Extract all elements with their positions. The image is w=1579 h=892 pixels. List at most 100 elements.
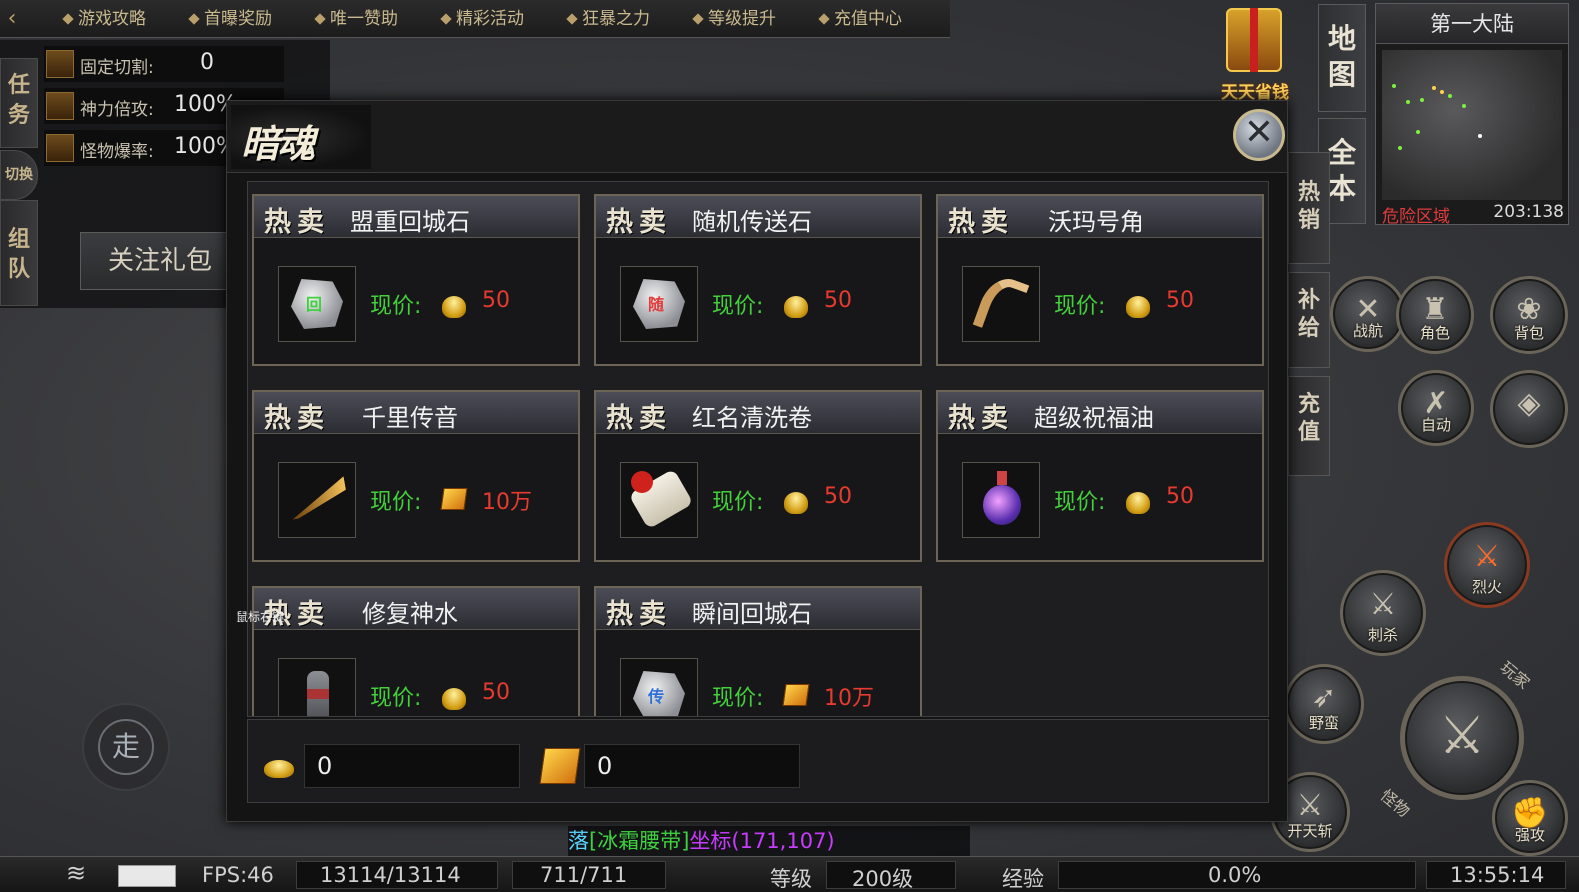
chat-coord[interactable]: 坐标(171,107) bbox=[689, 829, 834, 853]
side-button-hot[interactable]: 热销 bbox=[1288, 152, 1330, 264]
fps-counter: FPS:46 bbox=[202, 863, 274, 887]
diamond-icon bbox=[314, 13, 326, 25]
minimap-view[interactable] bbox=[1382, 50, 1562, 200]
gold-ticket-icon bbox=[539, 748, 581, 784]
shop-item-card[interactable]: 热卖 修复神水 现价: 50 bbox=[252, 586, 580, 716]
nav-item-guide[interactable]: 游戏攻略 bbox=[62, 0, 146, 38]
target-monster-label[interactable]: 怪物 bbox=[1376, 783, 1416, 822]
map-dot bbox=[1432, 86, 1436, 90]
level-value: 200级 bbox=[852, 867, 914, 891]
level-label: 等级 bbox=[770, 867, 812, 891]
side-button-recharge[interactable]: 充值 bbox=[1288, 376, 1330, 476]
map-region: 第一大陆 bbox=[1376, 4, 1568, 44]
walk-label: 走 bbox=[98, 719, 154, 775]
item-name: 随机传送石 bbox=[692, 208, 812, 236]
diamond-icon bbox=[692, 13, 704, 25]
gift-ribbon bbox=[1250, 8, 1258, 72]
hot-sale-tag: 热卖 bbox=[948, 403, 1014, 434]
skill-qianggong[interactable]: ✊ 强攻 bbox=[1492, 780, 1568, 856]
buff-row-cut: 固定切割: 0 bbox=[44, 46, 284, 82]
shop-item-card[interactable]: 热卖 超级祝福油 现价: 50 bbox=[936, 390, 1264, 562]
price-amount: 50 bbox=[824, 288, 852, 313]
tab-task[interactable]: 任务 bbox=[0, 58, 38, 148]
shop-item-card[interactable]: 热卖 瞬间回城石 传 现价: 10万 bbox=[594, 586, 922, 716]
hot-sale-tag: 热卖 bbox=[948, 207, 1014, 238]
map-button[interactable]: 地图 bbox=[1318, 4, 1366, 112]
nav-item-first-reward[interactable]: 首曝奖励 bbox=[188, 0, 272, 38]
shop-logo: 暗魂 bbox=[231, 105, 371, 169]
great-sword-icon: ⚔ bbox=[1438, 706, 1486, 767]
follow-gift-button[interactable]: 关注礼包 bbox=[80, 232, 240, 290]
icon-glyph: 随 bbox=[648, 295, 665, 314]
target-player-label[interactable]: 玩家 bbox=[1496, 655, 1536, 694]
gold-ingot-icon bbox=[1126, 296, 1150, 318]
horn-icon bbox=[962, 266, 1040, 342]
back-arrow-icon[interactable]: ‹ bbox=[0, 6, 24, 32]
shop-title: 暗魂 bbox=[241, 121, 315, 166]
map-dot bbox=[1398, 146, 1402, 150]
item-name: 千里传音 bbox=[362, 404, 458, 432]
nav-item-rage[interactable]: 狂暴之力 bbox=[566, 0, 650, 38]
fire-sword-icon: ⚔ bbox=[1473, 539, 1501, 575]
walk-toggle[interactable]: 走 bbox=[82, 703, 170, 791]
tab-team[interactable]: 组队 bbox=[0, 200, 38, 306]
gold-balance-value: 0 bbox=[317, 752, 333, 780]
shop-item-card[interactable]: 热卖 盟重回城石 回 现价: 50 bbox=[252, 194, 580, 366]
sword-icon: ⚔ bbox=[1369, 587, 1397, 623]
price-label: 现价: bbox=[712, 490, 764, 515]
stone-icon: 回 bbox=[278, 266, 356, 342]
skill-battle-button[interactable]: ✕ 战航 bbox=[1330, 276, 1406, 352]
sword-icon bbox=[46, 50, 74, 78]
price-amount: 50 bbox=[1166, 288, 1194, 313]
chat-item-link[interactable]: [冰霜腰带] bbox=[589, 829, 689, 853]
daily-savings-gift[interactable]: 天天省钱 bbox=[1212, 2, 1298, 103]
player-dot bbox=[1478, 134, 1482, 138]
bag-button[interactable]: ❀ 背包 bbox=[1490, 276, 1568, 354]
gold-ingot-icon bbox=[1126, 492, 1150, 514]
diamond-target-icon: ◈ bbox=[1517, 385, 1541, 421]
skill-yeman[interactable]: ➶ 野蛮 bbox=[1284, 664, 1364, 744]
gold-ticket-icon bbox=[782, 684, 810, 706]
map-dot bbox=[1406, 100, 1410, 104]
wifi-icon: ≋ bbox=[66, 859, 87, 887]
stone-icon: 随 bbox=[620, 266, 698, 342]
map-dot bbox=[1420, 98, 1424, 102]
diamond-icon bbox=[818, 13, 830, 25]
nav-item-recharge[interactable]: 充值中心 bbox=[818, 0, 902, 38]
price-label: 现价: bbox=[1054, 490, 1106, 515]
target-button[interactable]: ◈ bbox=[1490, 370, 1568, 448]
nav-item-sponsor[interactable]: 唯一赞助 bbox=[314, 0, 398, 38]
item-grid: 热卖 盟重回城石 回 现价: 50 热卖 随机传送石 随 现价: 50 热卖 沃… bbox=[247, 181, 1269, 717]
item-name: 超级祝福油 bbox=[1034, 404, 1154, 432]
map-dot bbox=[1448, 94, 1452, 98]
side-button-supply[interactable]: 补给 bbox=[1288, 272, 1330, 368]
clock: 13:55:14 bbox=[1450, 863, 1545, 887]
price-amount: 50 bbox=[482, 680, 510, 705]
gold-ingot-icon bbox=[442, 296, 466, 318]
item-name: 沃玛号角 bbox=[1048, 208, 1144, 236]
shop-header: 暗魂 bbox=[227, 101, 1287, 173]
diamond-icon bbox=[62, 13, 74, 25]
shop-item-card[interactable]: 热卖 随机传送石 随 现价: 50 bbox=[594, 194, 922, 366]
minimap[interactable]: 第一大陆 危险区域 203:138 bbox=[1375, 3, 1569, 227]
tab-switch[interactable]: 切换 bbox=[0, 150, 38, 200]
auto-button[interactable]: ✗ 自动 bbox=[1398, 370, 1474, 446]
close-button[interactable]: ✕ bbox=[1233, 109, 1285, 161]
price-label: 现价: bbox=[370, 490, 422, 515]
skill-liehuo[interactable]: ⚔ 烈火 bbox=[1444, 522, 1530, 608]
attack-button[interactable]: ⚔ bbox=[1400, 676, 1524, 800]
hot-sale-tag: 热卖 bbox=[606, 403, 672, 434]
gold-ingot-icon bbox=[784, 296, 808, 318]
shop-item-card[interactable]: 热卖 千里传音 现价: 10万 bbox=[252, 390, 580, 562]
shop-item-card[interactable]: 热卖 沃玛号角 现价: 50 bbox=[936, 194, 1264, 366]
skill-cisha[interactable]: ⚔ 刺杀 bbox=[1340, 570, 1426, 656]
diamond-icon bbox=[440, 13, 452, 25]
character-button[interactable]: ♜ 角色 bbox=[1396, 276, 1474, 354]
nav-item-events[interactable]: 精彩活动 bbox=[440, 0, 524, 38]
ticket-balance-value: 0 bbox=[597, 752, 613, 780]
monster-icon bbox=[46, 134, 74, 162]
shop-item-card[interactable]: 热卖 红名清洗卷 现价: 50 bbox=[594, 390, 922, 562]
nav-item-level-up[interactable]: 等级提升 bbox=[692, 0, 776, 38]
gold-balance-field: 0 bbox=[304, 744, 520, 788]
balance-bar: 0 0 bbox=[247, 719, 1269, 803]
